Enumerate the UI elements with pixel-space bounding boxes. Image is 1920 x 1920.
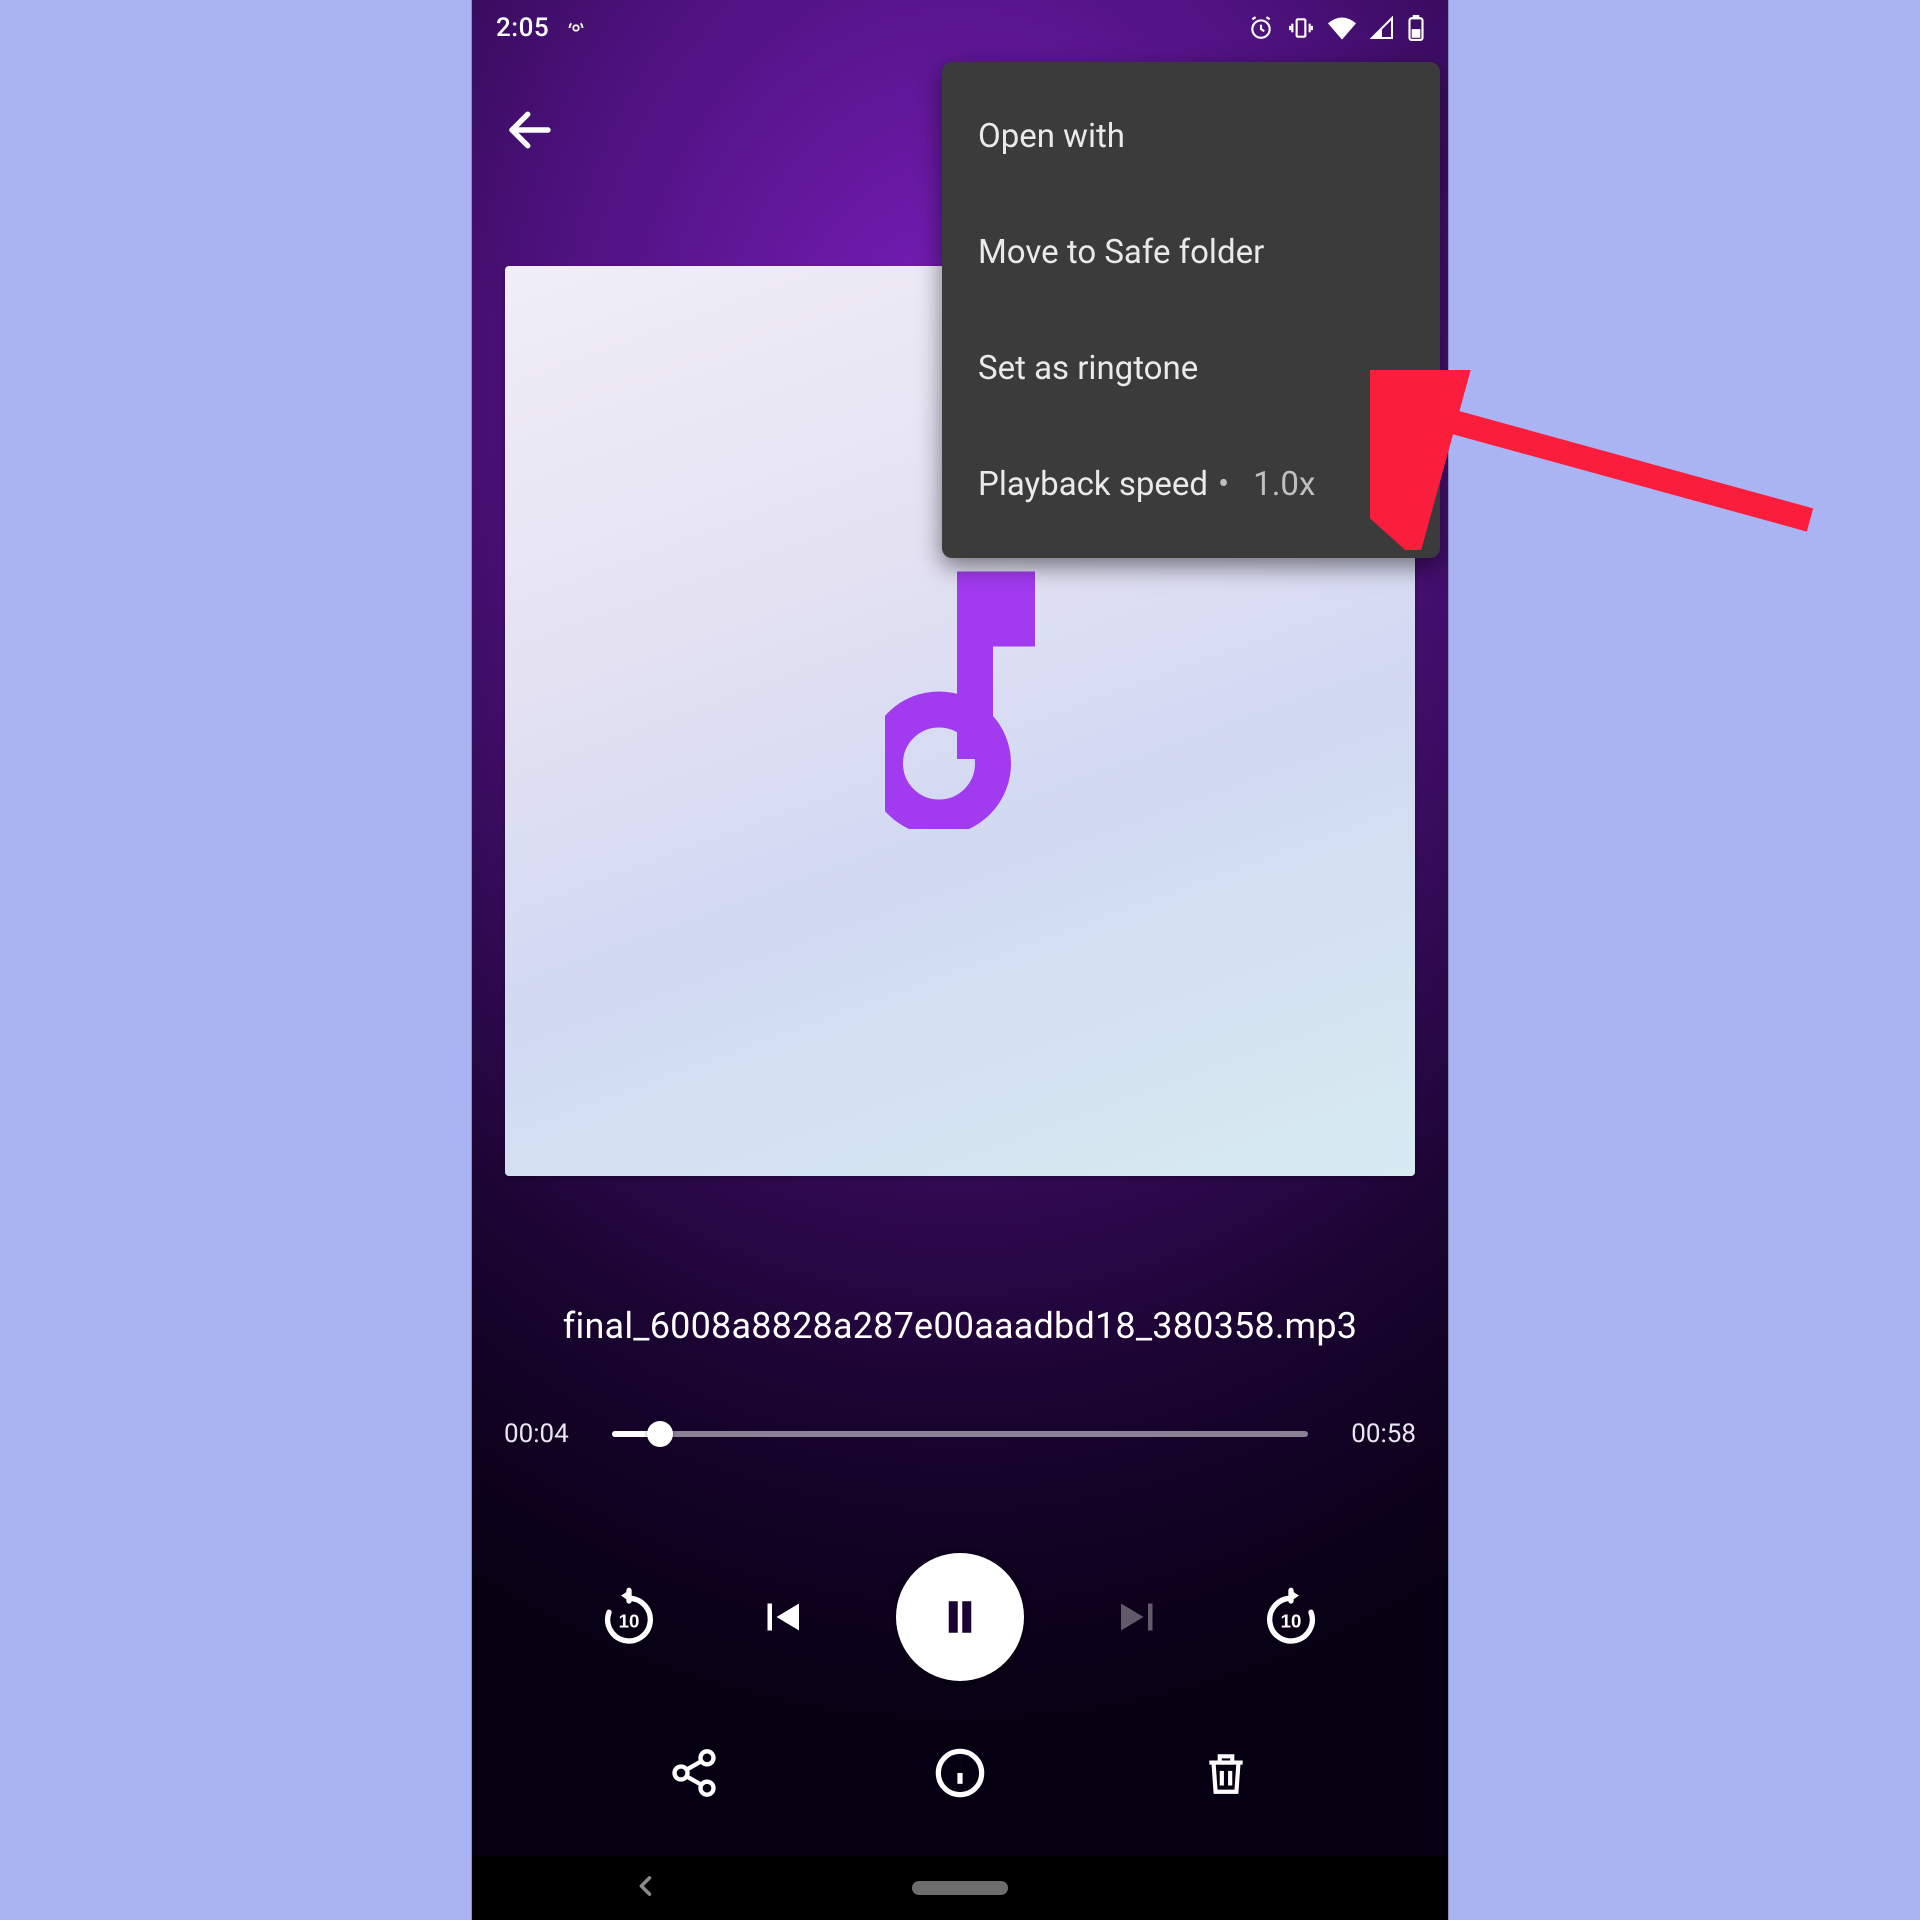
replay-10-button[interactable]: 10 xyxy=(592,1580,666,1654)
back-button[interactable] xyxy=(500,100,560,160)
menu-item-label: Set as ringtone xyxy=(978,349,1198,388)
system-back-button[interactable] xyxy=(632,1872,660,1904)
menu-playback-speed[interactable]: Playback speed • 1.0x xyxy=(942,426,1440,542)
cell-signal-icon xyxy=(1370,16,1394,40)
menu-item-label: Playback speed xyxy=(978,465,1208,504)
pause-button[interactable] xyxy=(896,1553,1024,1681)
audio-player-screen: 2:05 xyxy=(472,0,1448,1920)
wifi-icon xyxy=(1328,16,1356,40)
secondary-actions xyxy=(472,1740,1448,1806)
system-home-pill[interactable] xyxy=(912,1881,1008,1895)
share-button[interactable] xyxy=(661,1740,727,1806)
menu-item-label: Open with xyxy=(978,117,1125,156)
forward-10-button[interactable]: 10 xyxy=(1254,1580,1328,1654)
delete-button[interactable] xyxy=(1193,1740,1259,1806)
menu-open-with[interactable]: Open with xyxy=(942,78,1440,194)
hotspot-icon xyxy=(565,17,587,39)
status-time: 2:05 xyxy=(496,13,549,43)
music-note-icon xyxy=(885,609,1035,833)
track-title: final_6008a8828a287e00aaadbd18_380358.mp… xyxy=(472,1305,1448,1347)
menu-set-as-ringtone[interactable]: Set as ringtone xyxy=(942,310,1440,426)
menu-item-separator: • xyxy=(1218,465,1229,504)
total-time: 00:58 xyxy=(1330,1419,1416,1449)
menu-move-safe-folder[interactable]: Move to Safe folder xyxy=(942,194,1440,310)
next-track-button[interactable] xyxy=(1102,1580,1176,1654)
status-bar: 2:05 xyxy=(472,0,1448,56)
elapsed-time: 00:04 xyxy=(504,1419,590,1449)
svg-text:10: 10 xyxy=(1281,1611,1302,1632)
info-button[interactable] xyxy=(927,1740,993,1806)
overflow-menu: Open with Move to Safe folder Set as rin… xyxy=(942,62,1440,558)
menu-item-value: 1.0x xyxy=(1253,465,1315,504)
previous-track-button[interactable] xyxy=(744,1580,818,1654)
seek-bar[interactable] xyxy=(612,1431,1308,1437)
alarm-icon xyxy=(1248,15,1274,41)
vibrate-icon xyxy=(1288,15,1314,41)
menu-item-label: Move to Safe folder xyxy=(978,233,1264,272)
battery-icon xyxy=(1408,15,1424,41)
system-nav-bar xyxy=(472,1856,1448,1920)
seek-thumb[interactable] xyxy=(647,1421,673,1447)
svg-text:10: 10 xyxy=(619,1611,640,1632)
transport-controls: 10 10 xyxy=(472,1553,1448,1681)
